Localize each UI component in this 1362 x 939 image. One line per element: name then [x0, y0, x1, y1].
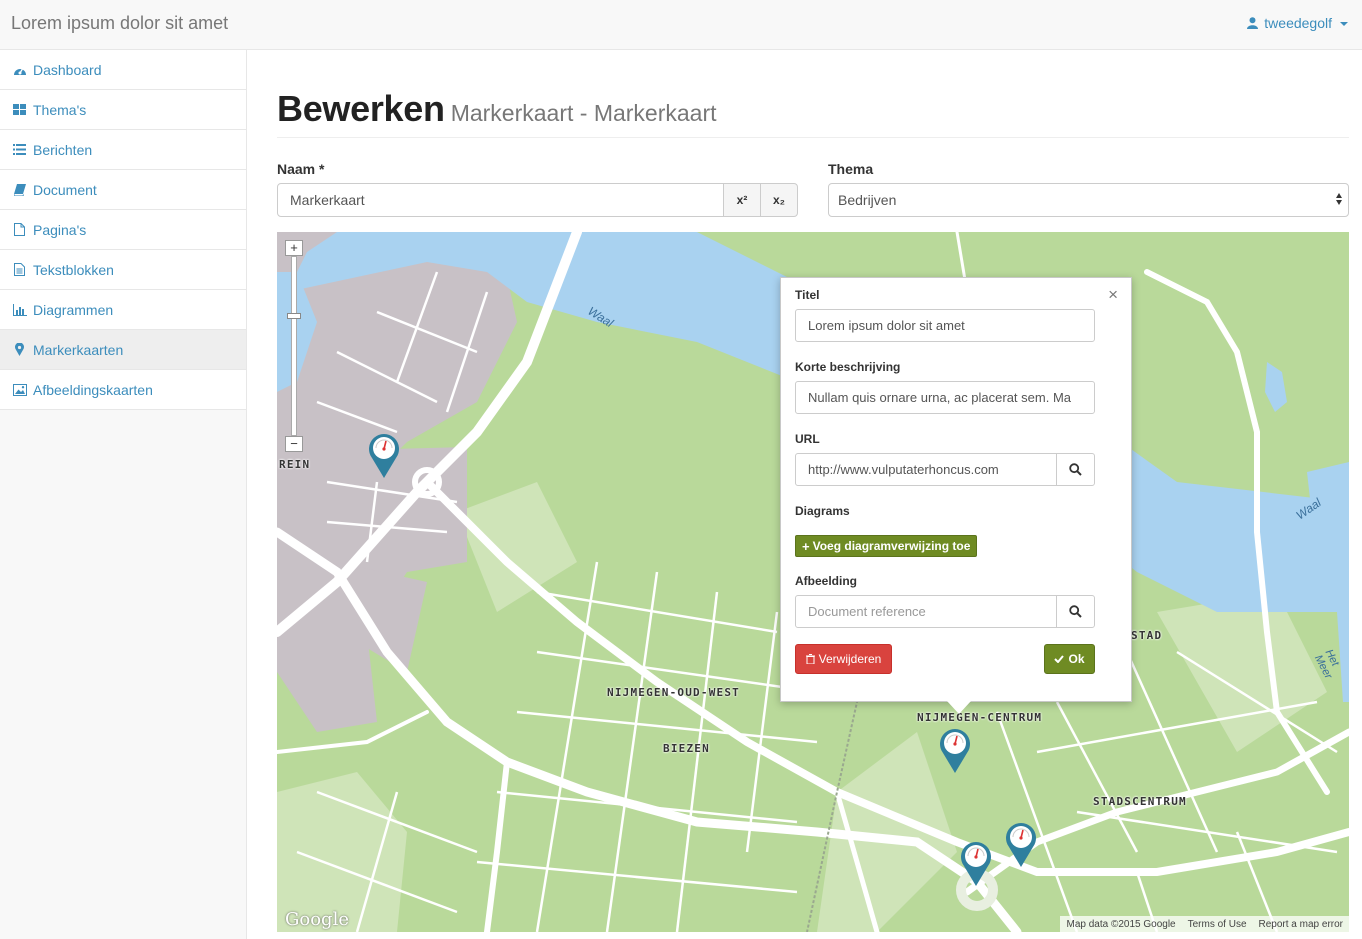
sidebar-item-tekstblokken[interactable]: Tekstblokken — [0, 250, 246, 290]
app-brand[interactable]: Lorem ipsum dolor sit amet — [11, 13, 228, 34]
url-search-button[interactable] — [1056, 453, 1095, 486]
top-navbar: Lorem ipsum dolor sit amet tweedegolf — [0, 0, 1362, 50]
page-subtitle: Markerkaart - Markerkaart — [450, 100, 717, 126]
popup-tail — [947, 701, 971, 714]
sidebar-item-document[interactable]: Document — [0, 170, 246, 210]
url-label: URL — [795, 432, 820, 446]
map-label-centrum: NIJMEGEN-CENTRUM — [917, 711, 1043, 724]
map-label-biezen: BIEZEN — [663, 742, 710, 755]
zoom-slider-track[interactable] — [291, 256, 297, 436]
terms-link[interactable]: Terms of Use — [1188, 919, 1247, 930]
search-icon — [1069, 605, 1082, 618]
map-marker[interactable] — [960, 840, 992, 886]
subscript-button[interactable]: x₂ — [760, 183, 798, 217]
gauge-marker-icon — [940, 729, 970, 773]
image-icon — [12, 383, 27, 397]
map-canvas[interactable]: + − Waal Waal Het Meer REIN NIJMEGEN-OUD… — [277, 232, 1349, 932]
map-label-stadscentrum: STADSCENTRUM — [1093, 795, 1187, 808]
titel-label: Titel — [795, 288, 820, 302]
map-marker[interactable] — [368, 432, 400, 478]
file-icon — [12, 223, 27, 237]
main-content: Bewerken Markerkaart - Markerkaart Naam *… — [247, 50, 1362, 939]
sidebar-item-label: Thema's — [33, 101, 87, 118]
afbeelding-search-button[interactable] — [1056, 595, 1095, 628]
sidebar-item-diagrammen[interactable]: Diagrammen — [0, 290, 246, 330]
beschrijving-label: Korte beschrijving — [795, 360, 901, 374]
check-icon — [1054, 655, 1065, 663]
map-marker[interactable] — [939, 727, 971, 773]
sidebar-item-label: Document — [33, 181, 97, 198]
afbeelding-label: Afbeelding — [795, 574, 857, 588]
select-arrows-icon — [1336, 193, 1342, 205]
thema-select[interactable]: Bedrijven — [828, 183, 1349, 217]
page-title: Bewerken — [277, 88, 445, 129]
sidebar-item-label: Dashboard — [33, 61, 102, 78]
chevron-down-icon — [1340, 21, 1348, 26]
titel-input[interactable]: Lorem ipsum dolor sit amet — [795, 309, 1095, 342]
naam-input[interactable]: Markerkaart — [277, 183, 725, 217]
file-text-icon — [12, 263, 27, 277]
naam-label: Naam * — [277, 161, 325, 177]
trash-icon — [805, 654, 815, 664]
username: tweedegolf — [1264, 15, 1332, 31]
plus-icon: + — [802, 538, 810, 554]
sidebar-item-berichten[interactable]: Berichten — [0, 130, 246, 170]
map-marker[interactable] — [1005, 821, 1037, 867]
user-menu[interactable]: tweedegolf — [1247, 15, 1348, 31]
map-marker-icon — [12, 343, 27, 357]
zoom-out-button[interactable]: − — [285, 436, 303, 452]
sidebar-item-label: Markerkaarten — [33, 341, 124, 358]
grid-icon — [12, 103, 27, 117]
sidebar: Dashboard Thema's Berichten Document Pag… — [0, 50, 247, 939]
search-icon — [1069, 463, 1082, 476]
user-icon — [1247, 17, 1259, 29]
gauge-marker-icon — [1006, 823, 1036, 867]
map-data-text: Map data ©2015 Google — [1066, 918, 1176, 930]
map-label-rein: REIN — [279, 458, 311, 471]
url-input[interactable]: http://www.vulputaterhoncus.com — [795, 453, 1057, 486]
thema-select-value: Bedrijven — [838, 192, 897, 208]
afbeelding-input[interactable]: Document reference — [795, 595, 1057, 628]
delete-label: Verwijderen — [818, 652, 882, 666]
close-icon[interactable]: × — [1108, 286, 1118, 303]
delete-button[interactable]: Verwijderen — [795, 644, 892, 674]
map-label-stad: STAD — [1131, 629, 1163, 642]
ok-button[interactable]: Ok — [1044, 644, 1095, 674]
zoom-slider-handle[interactable] — [287, 313, 301, 319]
superscript-button[interactable]: x² — [723, 183, 761, 217]
beschrijving-input[interactable]: Nullam quis ornare urna, ac placerat sem… — [795, 381, 1095, 414]
dashboard-icon — [12, 63, 27, 77]
sidebar-item-themas[interactable]: Thema's — [0, 90, 246, 130]
sidebar-item-label: Afbeeldingskaarten — [33, 381, 153, 398]
zoom-in-button[interactable]: + — [285, 240, 303, 256]
book-icon — [12, 183, 27, 197]
sidebar-item-label: Pagina's — [33, 221, 87, 238]
bar-chart-icon — [12, 303, 27, 317]
list-icon — [12, 143, 27, 157]
add-diagram-button[interactable]: + Voeg diagramverwijzing toe — [795, 535, 978, 557]
sidebar-item-label: Berichten — [33, 141, 93, 158]
map-label-oud-west: NIJMEGEN-OUD-WEST — [607, 686, 740, 699]
page-header: Bewerken Markerkaart - Markerkaart — [277, 88, 1349, 138]
sidebar-item-label: Tekstblokken — [33, 261, 114, 278]
sidebar-item-markerkaarten[interactable]: Markerkaarten — [0, 330, 246, 370]
zoom-control[interactable]: + − — [285, 240, 303, 452]
gauge-marker-icon — [369, 434, 399, 478]
diagrams-label: Diagrams — [795, 504, 850, 518]
report-error-link[interactable]: Report a map error — [1259, 919, 1343, 930]
thema-label: Thema — [828, 161, 874, 177]
map-attribution: Map data ©2015 Google Terms of Use Repor… — [1060, 916, 1349, 932]
sidebar-item-paginas[interactable]: Pagina's — [0, 210, 246, 250]
ok-label: Ok — [1068, 652, 1085, 666]
sidebar-item-afbeeldingskaarten[interactable]: Afbeeldingskaarten — [0, 370, 246, 410]
add-diagram-label: Voeg diagramverwijzing toe — [812, 539, 971, 553]
google-logo: Google — [285, 909, 349, 930]
gauge-marker-icon — [961, 842, 991, 886]
sidebar-item-label: Diagrammen — [33, 301, 114, 318]
sidebar-item-dashboard[interactable]: Dashboard — [0, 50, 246, 90]
marker-edit-popup: × Titel Lorem ipsum dolor sit amet Korte… — [780, 277, 1132, 714]
